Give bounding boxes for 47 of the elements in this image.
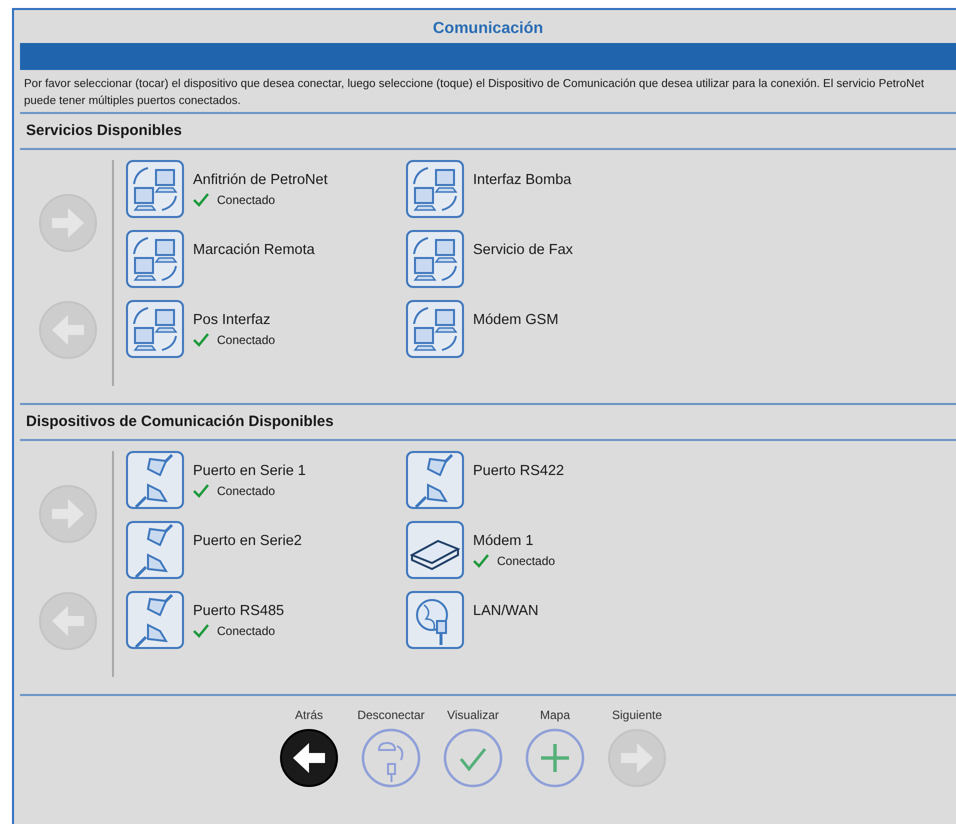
item-label[interactable]: LAN/WAN bbox=[473, 603, 539, 619]
section-heading: Servicios Disponibles bbox=[20, 114, 956, 150]
section-heading: Dispositivos de Comunicación Disponibles bbox=[20, 405, 956, 441]
item-label[interactable]: Pos Interfaz bbox=[193, 312, 276, 328]
item-label[interactable]: Interfaz Bomba bbox=[473, 172, 572, 188]
status-text: Conectado bbox=[217, 193, 276, 207]
globe-plug-icon bbox=[406, 591, 464, 649]
window-title: Comunicación bbox=[432, 19, 544, 39]
disconnect-button[interactable] bbox=[361, 728, 421, 788]
item-label[interactable]: Módem 1 bbox=[473, 533, 556, 549]
button-caption: Mapa bbox=[540, 708, 570, 722]
computers-icon bbox=[406, 160, 464, 218]
computers-icon bbox=[126, 230, 184, 288]
map-button[interactable] bbox=[525, 728, 585, 788]
item-label[interactable]: Módem GSM bbox=[473, 312, 558, 328]
item-label[interactable]: Servicio de Fax bbox=[473, 242, 573, 258]
button-caption: Visualizar bbox=[447, 708, 499, 722]
checkmark-icon bbox=[193, 333, 209, 347]
item-label[interactable]: Puerto RS422 bbox=[473, 463, 564, 479]
instructions-text: Por favor seleccionar (tocar) el dispositivo que desea conectar, luego seleccione (toque) el Dispositivo de Comunicación que desea utilizar para la conexión. El servicio PetroNet puede tener múltiples puertos conectados. bbox=[20, 76, 956, 114]
cable-connector-icon bbox=[126, 451, 184, 509]
button-caption: Desconectar bbox=[357, 708, 425, 722]
item-label[interactable]: Puerto RS485 bbox=[193, 603, 284, 619]
computers-icon bbox=[126, 300, 184, 358]
status-text: Conectado bbox=[217, 624, 276, 638]
item-label[interactable]: Anfitrión de PetroNet bbox=[193, 172, 328, 188]
button-caption: Atrás bbox=[294, 708, 323, 722]
status-text: Conectado bbox=[497, 554, 556, 568]
checkmark-icon bbox=[473, 554, 489, 568]
computers-icon bbox=[406, 230, 464, 288]
checkmark-icon bbox=[193, 193, 209, 207]
item-label[interactable]: Puerto en Serie2 bbox=[193, 533, 302, 549]
checkmark-icon bbox=[193, 484, 209, 498]
computers-icon bbox=[406, 300, 464, 358]
status-text: Conectado bbox=[217, 333, 276, 347]
computers-icon bbox=[126, 160, 184, 218]
cable-connector-icon bbox=[406, 451, 464, 509]
button-caption: Siguiente bbox=[612, 708, 662, 722]
status-text: Conectado bbox=[217, 484, 276, 498]
modem-icon bbox=[406, 521, 464, 579]
cable-connector-icon bbox=[126, 591, 184, 649]
item-label[interactable]: Puerto en Serie 1 bbox=[193, 463, 306, 479]
checkmark-icon bbox=[193, 624, 209, 638]
back-arrow-button[interactable] bbox=[279, 728, 339, 788]
item-label[interactable]: Marcación Remota bbox=[193, 242, 315, 258]
view-button[interactable] bbox=[443, 728, 503, 788]
cable-connector-icon bbox=[126, 521, 184, 579]
